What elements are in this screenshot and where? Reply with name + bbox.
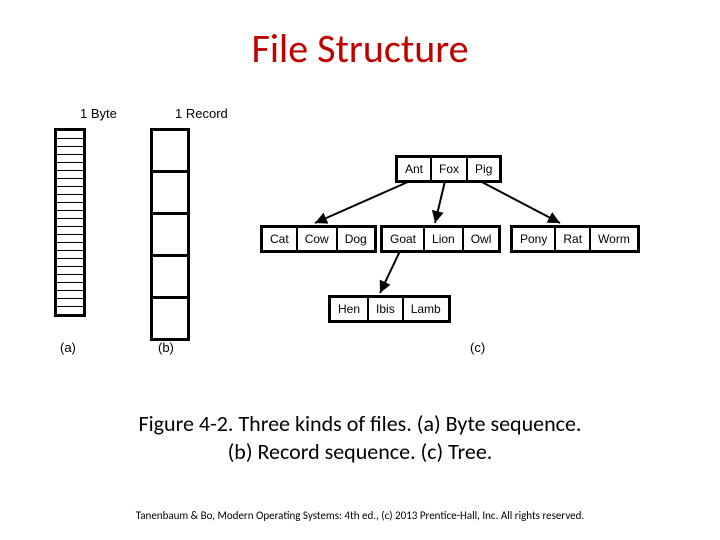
byte-cell (57, 275, 83, 283)
tree-node: Worm (591, 228, 637, 250)
byte-cell (57, 243, 83, 251)
copyright-footer: Tanenbaum & Bo, Modern Operating Systems… (0, 509, 720, 522)
byte-cell (57, 131, 83, 139)
tree-node: Rat (556, 228, 591, 250)
byte-sequence-column (54, 128, 86, 317)
byte-cell (57, 163, 83, 171)
byte-cell (57, 147, 83, 155)
byte-cell (57, 155, 83, 163)
byte-cell (57, 299, 83, 307)
record-cell (153, 215, 187, 257)
tree-node: Dog (338, 228, 374, 250)
slide-title: File Structure (0, 24, 720, 73)
byte-cell (57, 171, 83, 179)
record-cell (153, 131, 187, 173)
label-1-record: 1 Record (175, 106, 228, 121)
tree-node: Pig (468, 158, 499, 180)
tree-node: Pony (513, 228, 556, 250)
tree-row-1a: Cat Cow Dog (260, 225, 377, 253)
record-sequence-column (150, 128, 190, 341)
tree-node: Owl (464, 228, 499, 250)
byte-cell (57, 203, 83, 211)
byte-cell (57, 227, 83, 235)
sublabel-b: (b) (158, 340, 174, 355)
tree-node: Lion (425, 228, 464, 250)
tree-node: Ant (398, 158, 432, 180)
tree-node: Cat (263, 228, 298, 250)
tree-node: Ibis (369, 298, 404, 320)
tree-row-1b: Goat Lion Owl (380, 225, 501, 253)
tree-row-2: Hen Ibis Lamb (328, 295, 451, 323)
byte-cell (57, 187, 83, 195)
tree-diagram: Ant Fox Pig Cat Cow Dog Goat Lion Owl Po… (260, 155, 680, 345)
figure-area: 1 Byte 1 Record (40, 100, 680, 380)
record-cell (153, 257, 187, 299)
tree-node: Hen (331, 298, 369, 320)
label-1-byte: 1 Byte (80, 106, 117, 121)
sublabel-a: (a) (60, 340, 76, 355)
byte-cell (57, 235, 83, 243)
figure-caption: Figure 4-2. Three kinds of files. (a) By… (0, 410, 720, 465)
byte-cell (57, 307, 83, 317)
tree-node: Lamb (404, 298, 448, 320)
tree-row-1c: Pony Rat Worm (510, 225, 640, 253)
byte-cell (57, 291, 83, 299)
byte-cell (57, 283, 83, 291)
record-cell (153, 299, 187, 341)
record-cell (153, 173, 187, 215)
byte-cell (57, 219, 83, 227)
tree-node: Cow (298, 228, 338, 250)
byte-cell (57, 259, 83, 267)
byte-cell (57, 179, 83, 187)
tree-node: Goat (383, 228, 425, 250)
byte-cell (57, 267, 83, 275)
tree-node: Fox (432, 158, 468, 180)
slide: File Structure 1 Byte 1 Record (0, 0, 720, 540)
byte-cell (57, 251, 83, 259)
byte-cell (57, 195, 83, 203)
caption-line-1: Figure 4-2. Three kinds of files. (a) By… (139, 410, 582, 437)
caption-line-2: (b) Record sequence. (c) Tree. (228, 438, 493, 465)
byte-cell (57, 139, 83, 147)
tree-row-0: Ant Fox Pig (395, 155, 502, 183)
byte-cell (57, 211, 83, 219)
